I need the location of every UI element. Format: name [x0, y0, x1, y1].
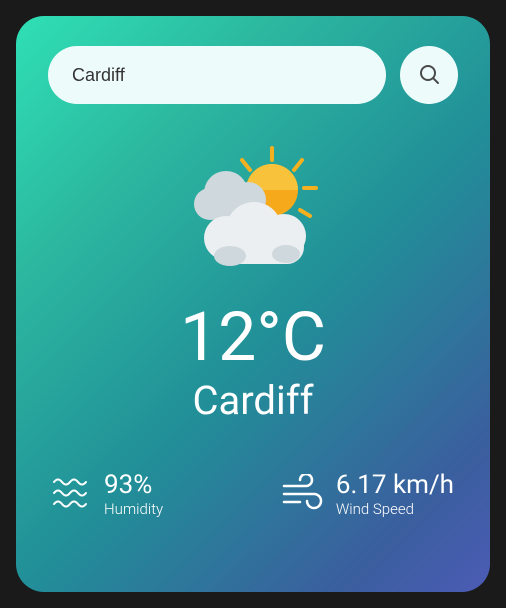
weather-card: 12°C Cardiff 93% Humidity: [16, 16, 490, 592]
search-row: [48, 46, 458, 104]
humidity-label: Humidity: [104, 500, 163, 518]
city-name: Cardiff: [48, 377, 458, 424]
wind-label: Wind Speed: [336, 500, 454, 518]
humidity-stat: 93% Humidity: [52, 472, 163, 518]
wind-icon: [280, 474, 326, 516]
wind-value: 6.17 km/h: [336, 472, 454, 498]
humidity-waves-icon: [52, 476, 94, 514]
humidity-value: 93%: [104, 472, 163, 498]
humidity-text: 93% Humidity: [104, 472, 163, 518]
search-input[interactable]: [48, 46, 386, 104]
temperature-value: 12°C: [48, 300, 458, 375]
wind-text: 6.17 km/h Wind Speed: [336, 472, 454, 518]
weather-condition-icon-wrap: [48, 138, 458, 282]
wind-stat: 6.17 km/h Wind Speed: [280, 472, 454, 518]
search-button[interactable]: [400, 46, 458, 104]
clouds-sun-icon: [176, 138, 331, 282]
stats-row: 93% Humidity 6.17 km/h Wind Speed: [48, 472, 458, 518]
search-icon: [417, 62, 441, 89]
